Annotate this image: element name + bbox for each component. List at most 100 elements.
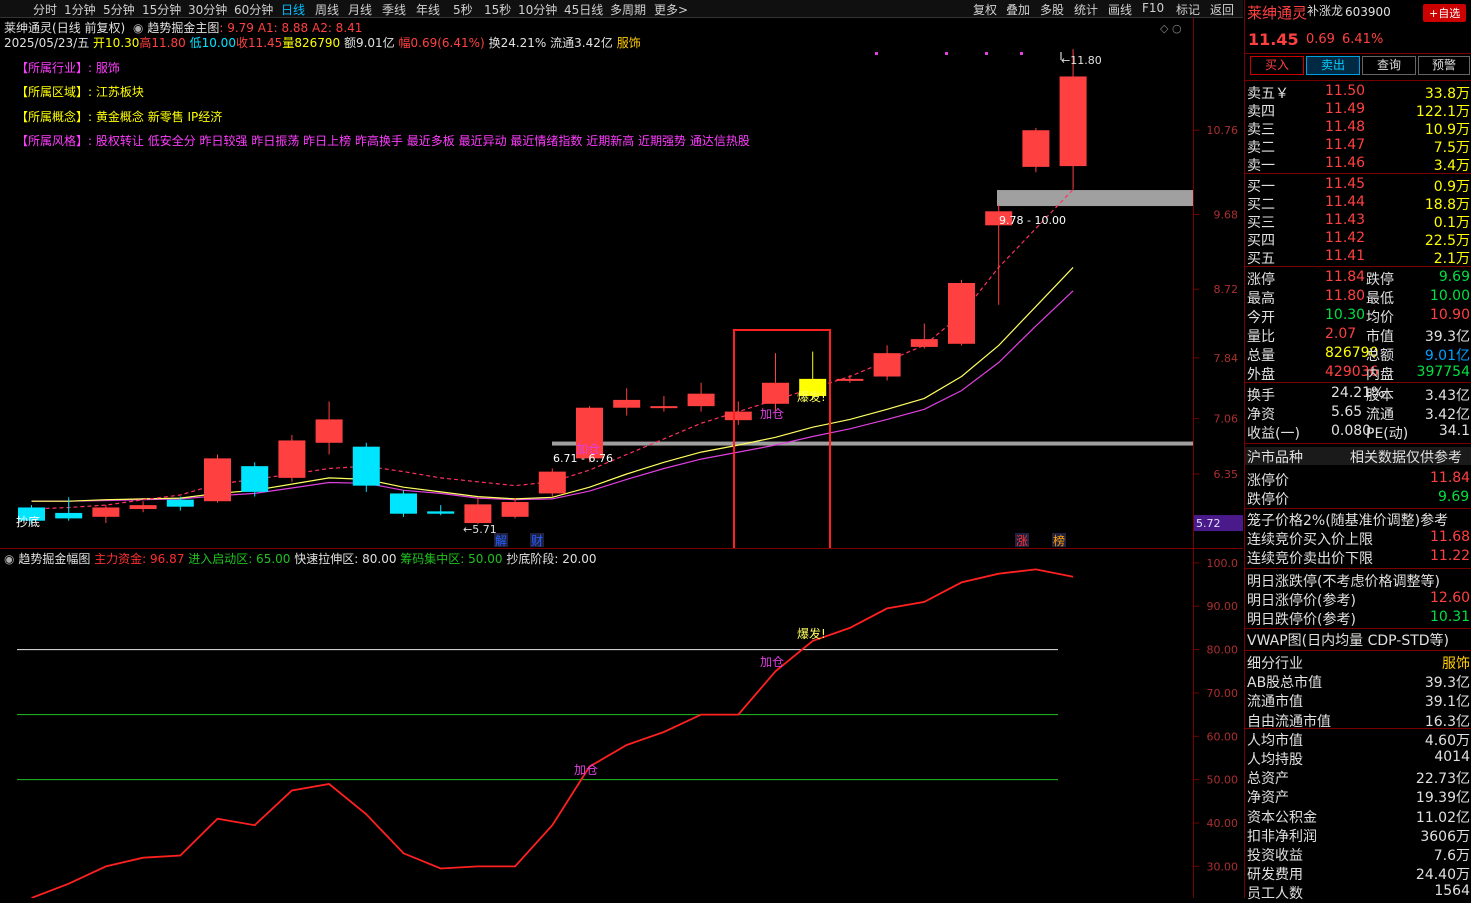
stat-label: 内盘 [1366, 367, 1394, 383]
vwap-label[interactable]: VWAP图(日内均量 CDP-STD等) [1247, 630, 1449, 650]
period-tab-monthly[interactable]: 月线 [348, 1, 372, 18]
candle-body[interactable] [910, 339, 938, 347]
limit-up-row: 涨停价 11.84 [1245, 470, 1471, 489]
tool-f10-button[interactable]: F10 [1142, 1, 1164, 15]
signal-dot [1020, 52, 1023, 55]
candle-body[interactable] [352, 446, 380, 486]
candle-body[interactable] [464, 504, 492, 524]
tool-draw-button[interactable]: 画线 [1108, 1, 1132, 18]
legend-main-funds: 主力资金: 96.87 [94, 552, 185, 566]
ask-price: 11.46 [1325, 155, 1366, 171]
candle-body[interactable] [92, 507, 120, 517]
period-tab-weekly[interactable]: 周线 [315, 1, 339, 18]
tomorrow-label: 明日涨跌停(不考虑价格调整等) [1247, 574, 1440, 590]
alert-button[interactable]: 预警 [1418, 56, 1470, 75]
candle-body[interactable] [538, 471, 566, 494]
stat-label: 总额 [1366, 348, 1394, 364]
candle-body[interactable] [724, 411, 752, 421]
tool-overlay-button[interactable]: 叠加 [1006, 1, 1030, 18]
candle-body[interactable] [873, 353, 901, 377]
indicator-toggle-icon-2[interactable]: ◉ [4, 552, 14, 566]
period-tab-15min[interactable]: 15分钟 [142, 1, 181, 18]
candle-body[interactable] [278, 440, 306, 478]
tomorrow-up-label: 明日涨停价(参考) [1247, 593, 1356, 609]
ask-volume: 33.8万 [1424, 86, 1470, 102]
indicator-chart[interactable]: 100.0 90.00 80.00 70.00 60.00 50.00 40.00 30.00… [0, 549, 1243, 898]
add-watchlist-button[interactable]: +自选 [1423, 4, 1467, 22]
period-tab-1min[interactable]: 1分钟 [64, 1, 96, 18]
market-header-row: 沪市品种 相关数据仅供参考 [1245, 447, 1471, 466]
candle-body[interactable] [390, 493, 417, 514]
stat-row: 总量 826790 总额 9.01亿 [1245, 345, 1471, 364]
candle-body[interactable] [1059, 76, 1087, 167]
candlestick-chart[interactable]: 10.769.688.727.847.066.355.72 抄底←5.71加仓加… [0, 18, 1243, 548]
stat-label: 外盘 [1247, 367, 1275, 383]
stat-value: 10.00 [1429, 288, 1470, 304]
candle-body[interactable] [613, 399, 641, 408]
candle-body[interactable] [762, 382, 789, 404]
candle-body[interactable] [650, 406, 678, 409]
candle-body[interactable] [687, 393, 715, 407]
period-tab-10min[interactable]: 10分钟 [518, 1, 557, 18]
candle-body[interactable] [427, 511, 455, 514]
candle-body[interactable] [204, 458, 231, 502]
period-tab-timeshare[interactable]: 分时 [33, 1, 57, 18]
candle-body[interactable] [501, 502, 529, 517]
period-tab-15s[interactable]: 15秒 [484, 1, 511, 18]
bid-price: 11.45 [1325, 176, 1366, 192]
bid-label: 买四 [1247, 233, 1275, 249]
tool-back-button[interactable]: 返回 [1210, 1, 1234, 18]
fin-value: 3.43亿 [1424, 388, 1470, 404]
detail-label: 资本公积金 [1247, 809, 1317, 826]
candle-body[interactable] [55, 512, 83, 519]
period-tab-5s[interactable]: 5秒 [453, 1, 473, 18]
tool-multi-stock-button[interactable]: 多股 [1040, 1, 1064, 18]
period-tab-more[interactable]: 更多> [654, 1, 688, 18]
period-tab-quarterly[interactable]: 季线 [382, 1, 406, 18]
legend-chip-zone: 筹码集中区: 50.00 [400, 552, 503, 566]
stat-value: 10.30 [1325, 307, 1366, 323]
sell-button[interactable]: 卖出 [1306, 56, 1360, 75]
indicator-legend: ◉ 趋势掘金幅图 主力资金: 96.87 进入启动区: 65.00 快速拉伸区:… [4, 550, 597, 567]
candle-body[interactable] [1022, 130, 1050, 167]
bid-volume: 0.9万 [1433, 179, 1470, 195]
tool-mark-button[interactable]: 标记 [1176, 1, 1200, 18]
candle-body[interactable] [241, 466, 269, 492]
sub-indicator-name[interactable]: 趋势掘金幅图 [18, 552, 90, 566]
ask-volume: 7.5万 [1433, 140, 1470, 156]
tool-adjust-button[interactable]: 复权 [973, 1, 997, 18]
period-tab-multi[interactable]: 多周期 [610, 1, 646, 18]
fin-value: 3.42亿 [1424, 407, 1470, 423]
bid-row: 买四 11.42 22.5万 [1245, 230, 1471, 249]
period-tab-daily[interactable]: 日线 [281, 1, 305, 18]
tomorrow-down-row: 明日跌停价(参考) 10.31 [1245, 609, 1471, 628]
bid-row: 买五 11.41 2.1万 [1245, 248, 1471, 267]
bid-label: 买一 [1247, 179, 1275, 195]
vwap-row[interactable]: VWAP图(日内均量 CDP-STD等) [1245, 630, 1471, 650]
tool-stats-button[interactable]: 统计 [1074, 1, 1098, 18]
stat-value: 9.69 [1438, 269, 1470, 285]
detail-value: 4014 [1434, 749, 1470, 765]
candle-body[interactable] [948, 283, 975, 344]
bottom-signal-label: 抄底 [16, 514, 40, 529]
stat-row: 涨停 11.84 跌停 9.69 [1245, 269, 1471, 288]
candle-body[interactable] [166, 499, 194, 507]
ask-price: 11.47 [1325, 137, 1366, 153]
period-tab-5min[interactable]: 5分钟 [103, 1, 135, 18]
query-button[interactable]: 查询 [1362, 56, 1416, 75]
period-tab-45day[interactable]: 45日线 [564, 1, 603, 18]
period-tab-30min[interactable]: 30分钟 [188, 1, 227, 18]
ask-price: 11.50 [1325, 83, 1366, 99]
signal-dot [945, 52, 948, 55]
detail-value: 19.39亿 [1415, 790, 1470, 807]
cage-sell-row: 连续竞价卖出价下限 11.22 [1245, 548, 1471, 567]
candle-body[interactable] [315, 419, 343, 443]
y-tick-label: 8.72 [1214, 283, 1239, 296]
buy-button[interactable]: 买入 [1250, 56, 1304, 75]
detail-row: 总资产 22.73亿 [1245, 768, 1471, 787]
ind-add-label-1: 加仓 [574, 763, 598, 777]
candle-body[interactable] [836, 378, 864, 381]
period-tab-60min[interactable]: 60分钟 [234, 1, 273, 18]
period-tab-yearly[interactable]: 年线 [416, 1, 440, 18]
candle-body[interactable] [129, 505, 157, 510]
